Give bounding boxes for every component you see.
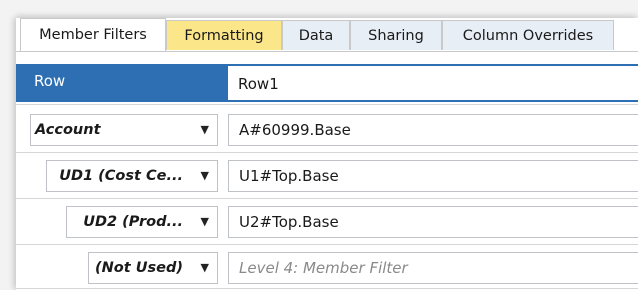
tab-formatting[interactable]: Formatting	[166, 20, 282, 50]
tab-sharing[interactable]: Sharing	[350, 20, 442, 50]
dimension-label: UD1 (Cost Ce...	[59, 168, 183, 184]
tab-strip: Member Filters Formatting Data Sharing C…	[16, 18, 638, 52]
chevron-down-icon: ▼	[200, 123, 209, 136]
tab-data[interactable]: Data	[282, 20, 350, 50]
tab-column-overrides[interactable]: Column Overrides	[442, 20, 614, 50]
dimension-dropdown-ud2[interactable]: UD2 (Prod... ▼	[66, 206, 218, 238]
row-header-label: Row	[34, 72, 66, 90]
tab-member-filters[interactable]: Member Filters	[20, 18, 166, 52]
member-filter-field-1[interactable]: A#60999.Base	[228, 114, 638, 146]
row-separator	[16, 152, 638, 153]
chevron-down-icon: ▼	[200, 261, 209, 274]
row-name-field[interactable]: Row1	[228, 66, 638, 100]
chevron-down-icon: ▼	[200, 215, 209, 228]
dimension-label: (Not Used)	[95, 260, 183, 276]
chevron-down-icon: ▼	[200, 169, 209, 182]
member-filter-field-3[interactable]: U2#Top.Base	[228, 206, 638, 238]
row-separator	[16, 244, 638, 245]
member-filter-grid: Row Row1 Account ▼ A#60999.Base UD1 (Cos…	[16, 52, 638, 290]
row-separator	[16, 288, 638, 289]
row-separator	[16, 104, 638, 105]
row-header: Row Row1	[16, 64, 638, 102]
dimension-label: UD2 (Prod...	[83, 214, 183, 230]
member-filters-panel: Member Filters Formatting Data Sharing C…	[16, 18, 638, 290]
member-filter-field-2[interactable]: U1#Top.Base	[228, 160, 638, 192]
row-separator	[16, 198, 638, 199]
dimension-label: Account	[35, 122, 101, 138]
dimension-dropdown-account[interactable]: Account ▼	[30, 114, 218, 146]
dimension-dropdown-ud1[interactable]: UD1 (Cost Ce... ▼	[46, 160, 218, 192]
member-filter-field-4[interactable]: Level 4: Member Filter	[228, 252, 638, 284]
dimension-dropdown-level4[interactable]: (Not Used) ▼	[88, 252, 218, 284]
